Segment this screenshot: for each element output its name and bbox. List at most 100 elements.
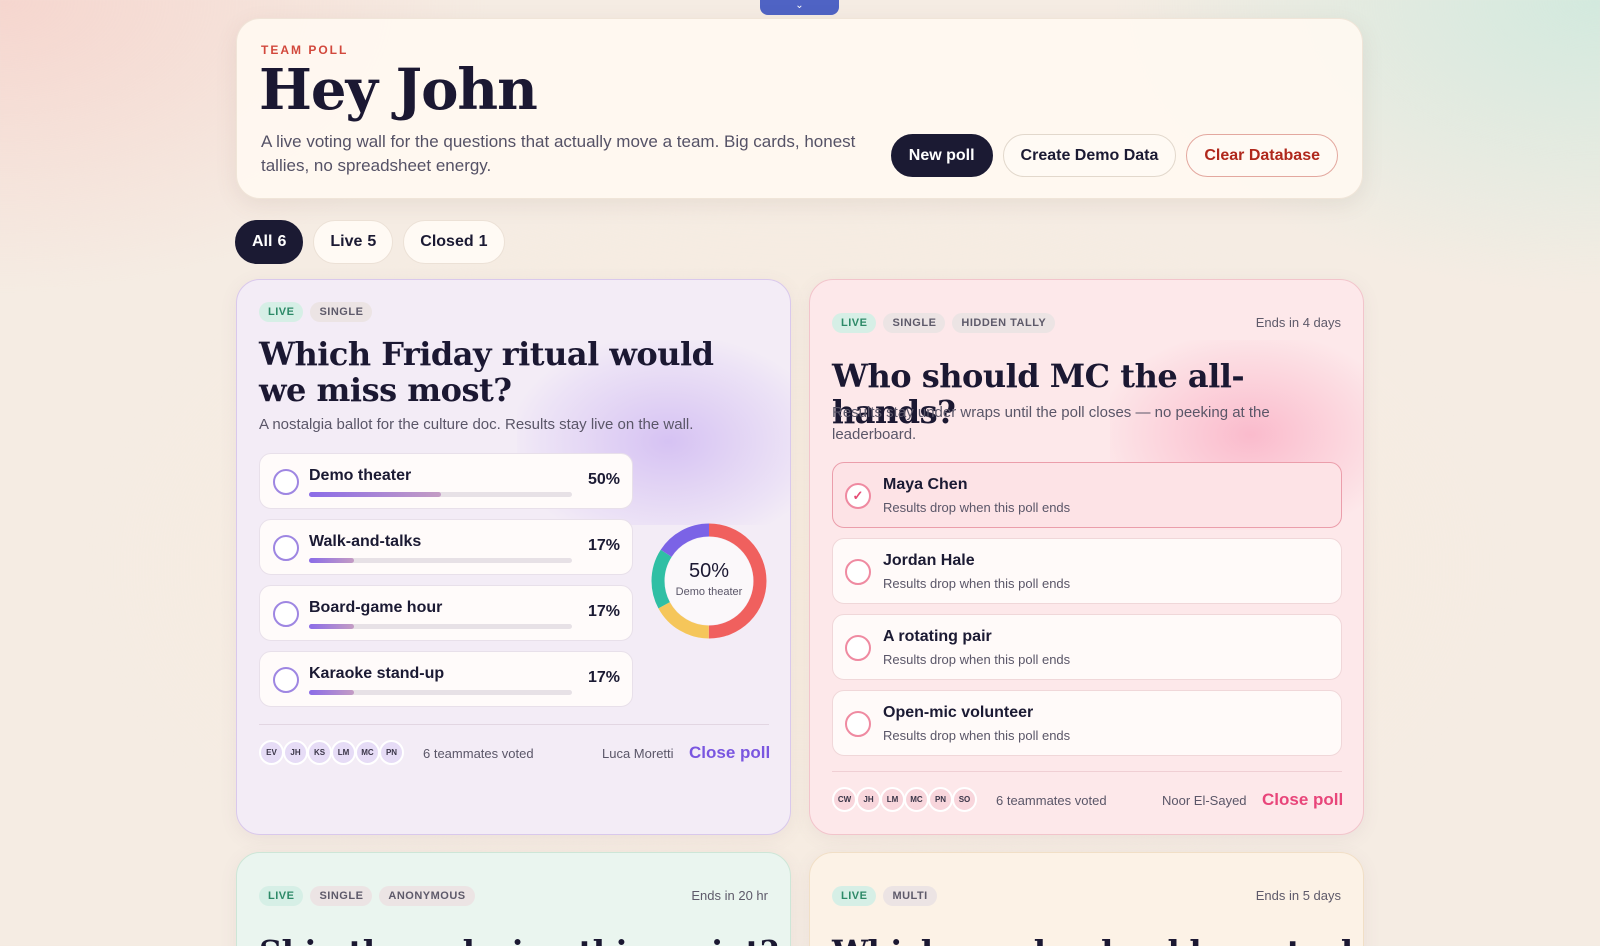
poll-option[interactable]: ✓ Maya Chen Results drop when this poll …: [832, 462, 1342, 528]
status-badge: LIVE: [259, 886, 304, 906]
donut-value: 50%: [688, 560, 730, 582]
poll-card: LIVE SINGLE ANONYMOUS Ends in 20 hr Ship…: [236, 852, 791, 946]
result-bar: [309, 690, 572, 695]
clear-database-button[interactable]: Clear Database: [1186, 134, 1338, 177]
poll-deadline: Ends in 5 days: [1255, 888, 1341, 903]
new-poll-button[interactable]: New poll: [890, 134, 993, 177]
radio-button[interactable]: [845, 559, 871, 585]
eyebrow-label: TEAM POLL: [261, 43, 349, 57]
vote-count: 6 teammates voted: [996, 793, 1107, 808]
radio-button[interactable]: [273, 601, 299, 627]
avatar: KS: [307, 740, 332, 765]
filter-label: Live: [330, 233, 363, 250]
option-percent: 50%: [587, 471, 620, 488]
avatar: PN: [379, 740, 404, 765]
avatar: SO: [952, 787, 977, 812]
visibility-badge: HIDDEN TALLY: [952, 313, 1056, 333]
option-label: Demo theater: [309, 467, 412, 484]
voter-avatars: CW JH LM MC PN SO: [832, 787, 977, 812]
poll-owner: Luca Moretti: [602, 746, 674, 761]
radio-button[interactable]: [845, 635, 871, 661]
poll-option[interactable]: Jordan Hale Results drop when this poll …: [832, 538, 1342, 604]
avatar: CW: [832, 787, 857, 812]
page-title: Hey John: [259, 57, 538, 123]
poll-tags: LIVE SINGLE ANONYMOUS: [259, 886, 475, 906]
poll-title: Which snacks should we stock next: [832, 933, 1363, 946]
filter-live[interactable]: Live 5: [313, 220, 394, 264]
poll-card: LIVE MULTI Ends in 5 days Which snacks s…: [809, 852, 1364, 946]
result-bar-fill: [309, 492, 441, 497]
check-icon[interactable]: ✓: [845, 483, 871, 509]
divider: [259, 724, 769, 725]
option-percent: 17%: [587, 537, 620, 554]
option-label: Jordan Hale: [883, 552, 975, 569]
poll-tags: LIVE SINGLE: [259, 302, 373, 322]
radio-button[interactable]: [273, 667, 299, 693]
type-badge: MULTI: [883, 886, 937, 906]
option-label: Maya Chen: [883, 476, 968, 493]
create-demo-data-button[interactable]: Create Demo Data: [1002, 134, 1177, 177]
option-label: Board-game hour: [309, 599, 443, 616]
filter-tabs: All 6 Live 5 Closed 1: [235, 220, 505, 264]
avatar: JH: [856, 787, 881, 812]
poll-tags: LIVE SINGLE HIDDEN TALLY: [832, 313, 1056, 333]
visibility-badge: ANONYMOUS: [379, 886, 475, 906]
header-actions: New poll Create Demo Data Clear Database: [890, 134, 1338, 177]
result-bar: [309, 624, 572, 629]
avatar: MC: [355, 740, 380, 765]
status-badge: LIVE: [832, 886, 877, 906]
filter-closed[interactable]: Closed 1: [403, 220, 505, 264]
radio-button[interactable]: [273, 535, 299, 561]
result-bar: [309, 558, 572, 563]
option-label: Walk-and-talks: [309, 533, 422, 550]
chevron-down-icon: ⌄: [795, 0, 804, 11]
poll-option[interactable]: Karaoke stand-up 17%: [259, 651, 633, 707]
avatar: LM: [331, 740, 356, 765]
result-bar: [309, 492, 572, 497]
type-badge: SINGLE: [883, 313, 946, 333]
poll-option[interactable]: A rotating pair Results drop when this p…: [832, 614, 1342, 680]
poll-owner: Noor El-Sayed: [1162, 793, 1247, 808]
radio-button[interactable]: [273, 469, 299, 495]
poll-description: Results stay under wraps until the poll …: [832, 404, 1270, 443]
poll-card: LIVE SINGLE Which Friday ritual would we…: [236, 279, 791, 835]
vote-count: 6 teammates voted: [423, 746, 534, 761]
status-badge: LIVE: [832, 313, 877, 333]
option-percent: 17%: [587, 669, 620, 686]
avatar: JH: [283, 740, 308, 765]
page-subtitle: A live voting wall for the questions tha…: [261, 132, 856, 175]
filter-label: All: [252, 233, 273, 250]
poll-option[interactable]: Demo theater 50%: [259, 453, 633, 509]
radio-button[interactable]: [845, 711, 871, 737]
poll-option[interactable]: Board-game hour 17%: [259, 585, 633, 641]
voter-avatars: EV JH KS LM MC PN: [259, 740, 404, 765]
collapse-handle[interactable]: ⌄: [760, 0, 839, 15]
avatar: LM: [880, 787, 905, 812]
filter-count: 1: [478, 233, 488, 250]
option-label: Open-mic volunteer: [883, 704, 1034, 721]
poll-card: LIVE SINGLE HIDDEN TALLY Ends in 4 days …: [809, 279, 1364, 835]
option-note: Results drop when this poll ends: [883, 728, 1071, 743]
poll-option[interactable]: Walk-and-talks 17%: [259, 519, 633, 575]
option-label: A rotating pair: [883, 628, 992, 645]
close-poll-button[interactable]: Close poll: [1262, 790, 1343, 810]
status-badge: LIVE: [259, 302, 304, 322]
header-card: TEAM POLL Hey John A live voting wall fo…: [236, 18, 1363, 199]
filter-count: 6: [277, 233, 287, 250]
option-label: Karaoke stand-up: [309, 665, 445, 682]
avatar: EV: [259, 740, 284, 765]
poll-option[interactable]: Open-mic volunteer Results drop when thi…: [832, 690, 1342, 756]
avatar: PN: [928, 787, 953, 812]
type-badge: SINGLE: [310, 302, 373, 322]
option-note: Results drop when this poll ends: [883, 500, 1071, 515]
poll-title: Which Friday ritual would we miss most?: [259, 335, 714, 409]
option-note: Results drop when this poll ends: [883, 576, 1071, 591]
poll-deadline: Ends in 4 days: [1255, 315, 1341, 330]
divider: [832, 771, 1342, 772]
poll-title: Ship the redesign this sprint?: [259, 933, 779, 946]
option-note: Results drop when this poll ends: [883, 652, 1071, 667]
result-bar-fill: [309, 558, 354, 563]
filter-all[interactable]: All 6: [235, 220, 304, 264]
close-poll-button[interactable]: Close poll: [689, 743, 770, 763]
result-bar-fill: [309, 624, 354, 629]
